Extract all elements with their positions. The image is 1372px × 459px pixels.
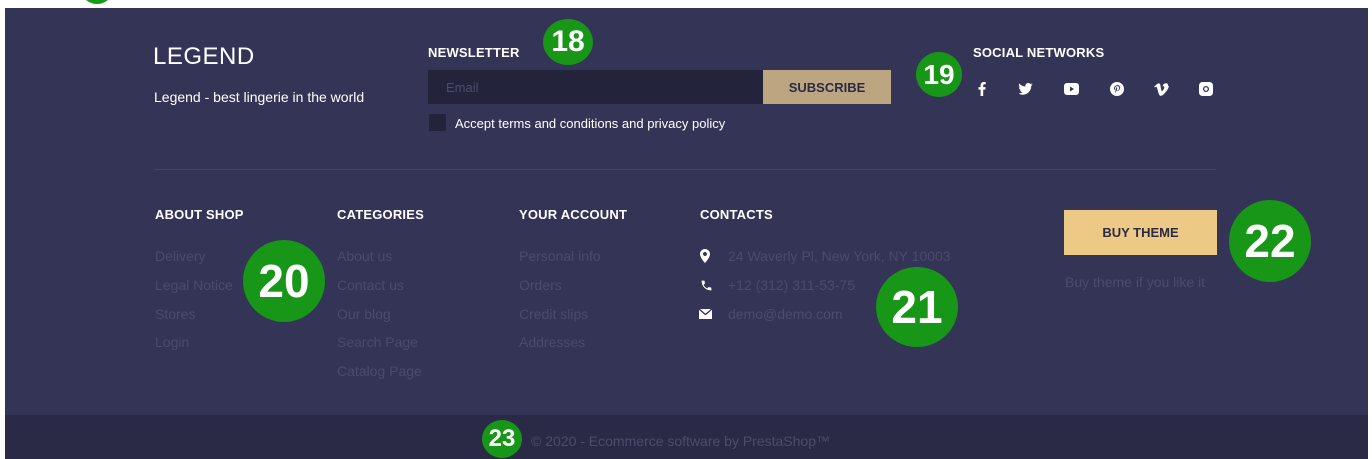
social-networks-heading: SOCIAL NETWORKS bbox=[973, 45, 1105, 60]
envelope-icon bbox=[698, 307, 712, 321]
footer-divider bbox=[154, 169, 1216, 170]
instagram-icon[interactable] bbox=[1196, 79, 1216, 99]
contact-address: 24 Waverly Pl, New York, NY 10003 bbox=[728, 248, 951, 264]
link-delivery[interactable]: Delivery bbox=[155, 248, 206, 264]
link-orders[interactable]: Orders bbox=[519, 277, 562, 293]
newsletter-heading: NEWSLETTER bbox=[428, 45, 520, 60]
vimeo-icon[interactable] bbox=[1151, 79, 1171, 99]
link-contact-us[interactable]: Contact us bbox=[337, 277, 404, 293]
annotation-marker-18: 18 bbox=[543, 19, 593, 65]
copyright-text: © 2020 - Ecommerce software by PrestaSho… bbox=[531, 433, 830, 449]
link-legal-notice[interactable]: Legal Notice bbox=[155, 277, 233, 293]
about-shop-heading: ABOUT SHOP bbox=[155, 207, 244, 222]
buy-theme-note: Buy theme if you like it bbox=[1065, 274, 1206, 290]
youtube-icon[interactable] bbox=[1061, 79, 1081, 99]
link-catalog-page[interactable]: Catalog Page bbox=[337, 363, 422, 379]
buy-theme-button[interactable]: BUY THEME bbox=[1064, 210, 1217, 255]
annotation-marker-21: 21 bbox=[876, 267, 958, 347]
facebook-icon[interactable] bbox=[972, 79, 992, 99]
phone-icon bbox=[699, 278, 713, 292]
brand-tagline: Legend - best lingerie in the world bbox=[154, 89, 365, 105]
link-search-page[interactable]: Search Page bbox=[337, 334, 418, 350]
link-personal-info[interactable]: Personal info bbox=[519, 248, 601, 264]
contact-phone: +12 (312) 311-53-75 bbox=[728, 277, 855, 293]
brand-logo[interactable]: LEGEND bbox=[153, 43, 255, 71]
newsletter-email-input[interactable] bbox=[428, 70, 763, 104]
your-account-heading: YOUR ACCOUNT bbox=[519, 207, 628, 222]
link-about-us[interactable]: About us bbox=[337, 248, 392, 264]
link-our-blog[interactable]: Our blog bbox=[337, 306, 391, 322]
link-credit-slips[interactable]: Credit slips bbox=[519, 306, 588, 322]
terms-checkbox[interactable] bbox=[429, 114, 446, 131]
annotation-marker-19: 19 bbox=[916, 52, 962, 97]
annotation-marker-20: 20 bbox=[243, 240, 325, 322]
twitter-icon[interactable] bbox=[1015, 79, 1035, 99]
annotation-marker-22: 22 bbox=[1229, 200, 1311, 282]
top-strip bbox=[0, 0, 1372, 8]
map-marker-icon bbox=[698, 249, 712, 263]
subscribe-button[interactable]: SUBSCRIBE bbox=[763, 70, 891, 104]
link-login[interactable]: Login bbox=[155, 334, 189, 350]
link-addresses[interactable]: Addresses bbox=[519, 334, 585, 350]
categories-heading: CATEGORIES bbox=[337, 207, 424, 222]
contacts-heading: CONTACTS bbox=[700, 207, 773, 222]
contact-email[interactable]: demo@demo.com bbox=[728, 306, 843, 322]
annotation-marker-23: 23 bbox=[482, 420, 522, 458]
pinterest-icon[interactable] bbox=[1107, 79, 1127, 99]
terms-label: Accept terms and conditions and privacy … bbox=[455, 116, 726, 131]
link-stores[interactable]: Stores bbox=[155, 306, 195, 322]
